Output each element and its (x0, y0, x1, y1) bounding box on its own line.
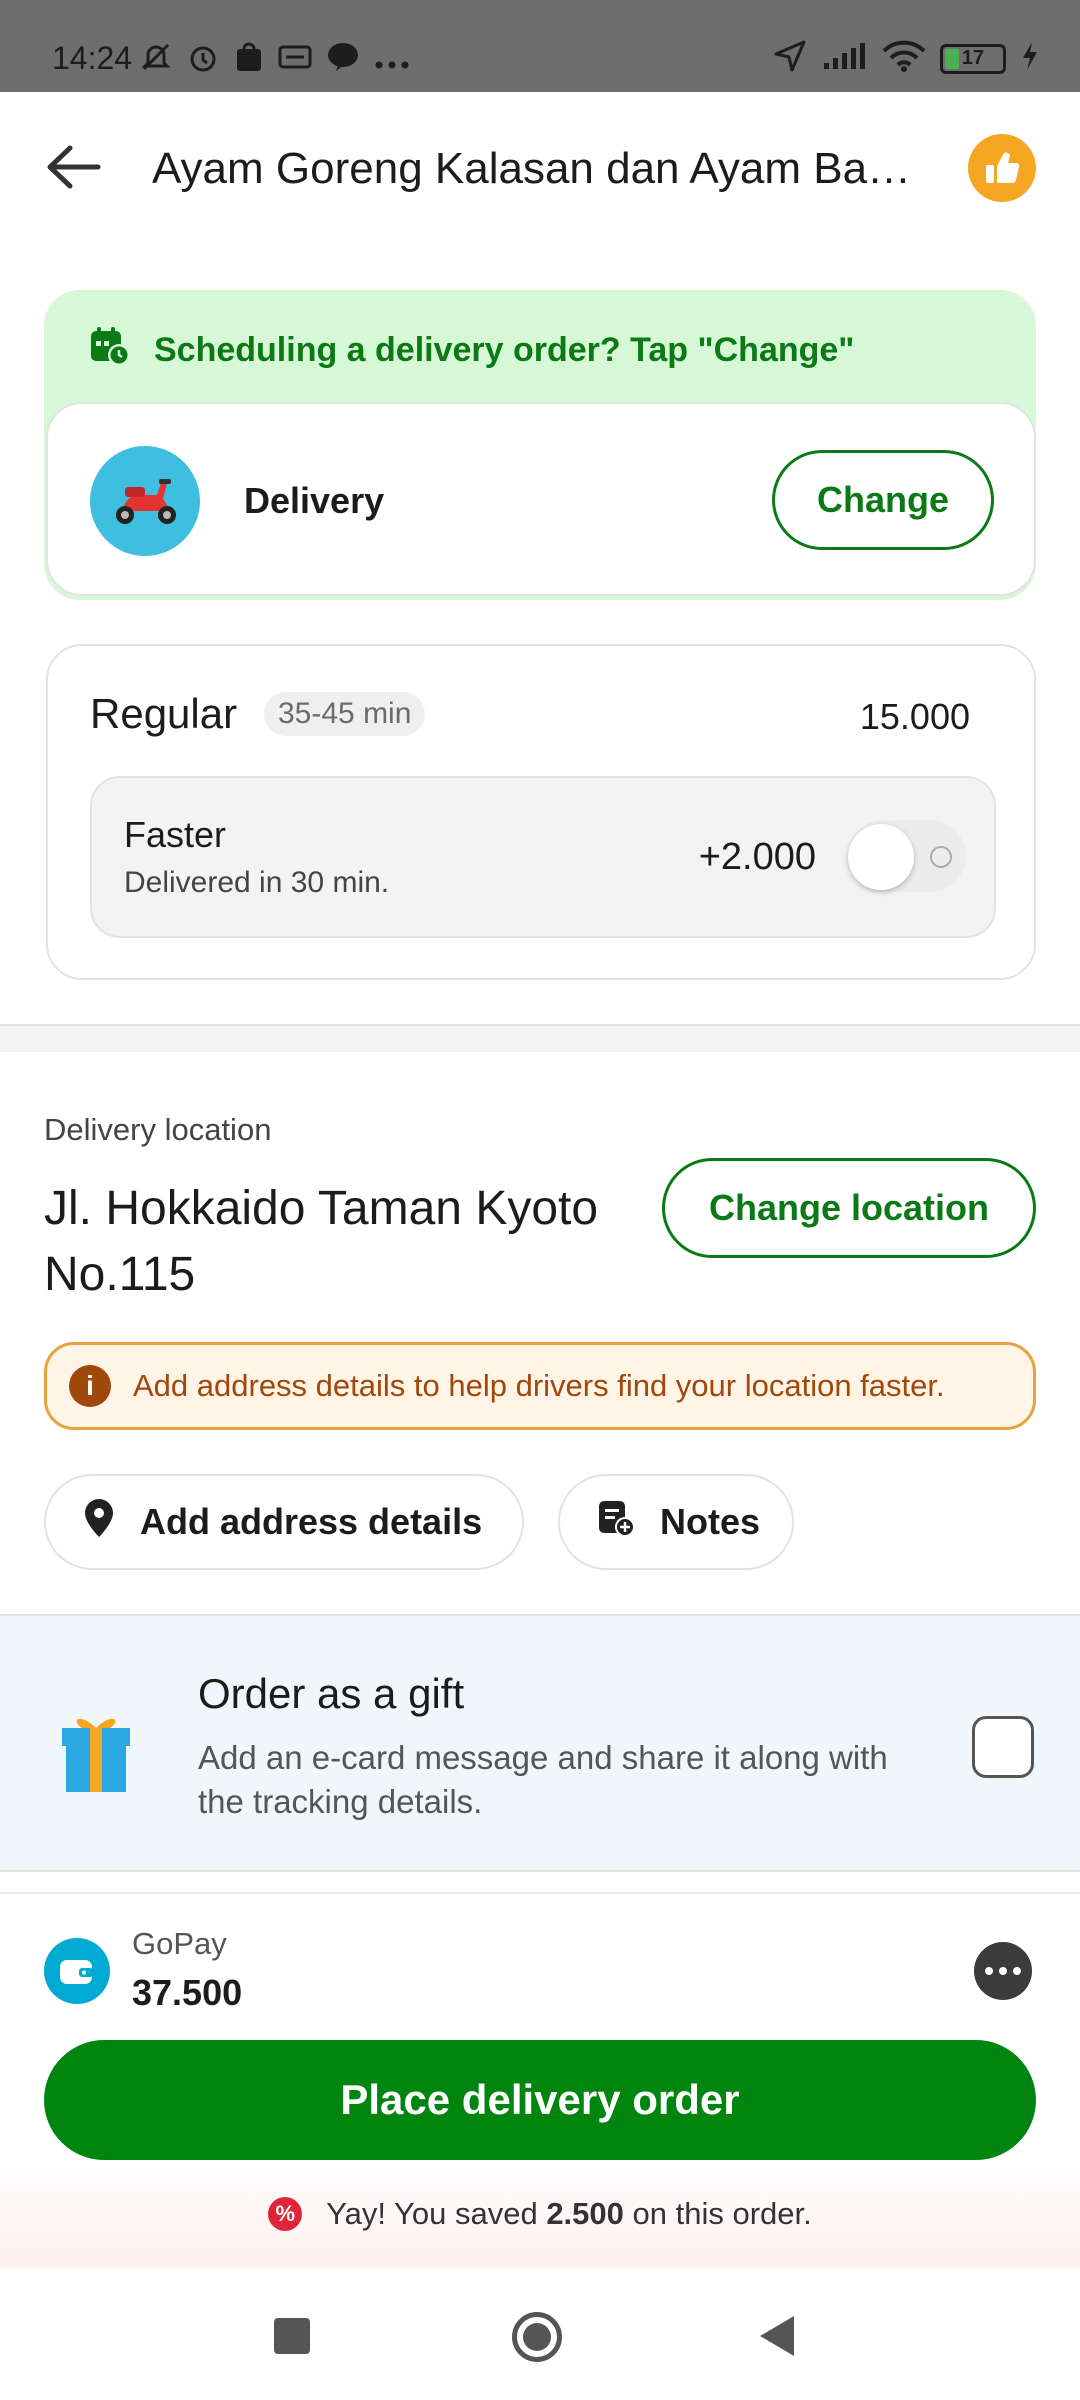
discount-icon: % (268, 2197, 303, 2231)
page-title: Ayam Goreng Kalasan dan Ayam Baka... (152, 144, 932, 193)
mute-icon (140, 41, 172, 81)
thumbs-up-icon (986, 152, 1020, 184)
gift-icon (60, 1710, 132, 1799)
change-mode-button[interactable]: Change (772, 450, 994, 550)
savings-message: % Yay! You saved 2.500 on this order. (0, 2196, 1080, 2232)
savings-amount: 2.500 (546, 2196, 624, 2231)
delivery-address: Jl. Hokkaido Taman Kyoto No.115 (44, 1182, 599, 1301)
faster-subtitle: Delivered in 30 min. (124, 866, 390, 899)
savings-text: Yay! You saved 2.500 on this order. (326, 2196, 811, 2232)
delivery-mode-label: Delivery (244, 480, 385, 521)
payment-method-label[interactable]: GoPay (132, 1926, 227, 1962)
add-address-details-button[interactable]: Add address details (44, 1474, 524, 1570)
faster-price: +2.000 (698, 836, 816, 878)
toggle-knob (848, 824, 914, 890)
status-icons-left (140, 40, 410, 82)
alarm-icon (186, 40, 220, 82)
back-button[interactable] (44, 142, 104, 192)
status-time: 14:24 (52, 40, 133, 76)
gift-title: Order as a gift (198, 1670, 465, 1717)
savings-prefix: Yay! You saved (326, 2196, 538, 2231)
gift-description: Add an e-card message and share it along… (198, 1739, 888, 1820)
wifi-icon (882, 40, 926, 77)
gift-checkbox[interactable] (972, 1716, 1034, 1778)
place-delivery-order-button[interactable]: Place delivery order (44, 2040, 1036, 2160)
schedule-banner-text: Scheduling a delivery order? Tap "Change… (154, 330, 855, 369)
recent-apps-button[interactable] (274, 2318, 310, 2354)
faster-toggle[interactable] (848, 820, 966, 892)
card-icon (278, 44, 312, 78)
address-warning-text: Add address details to help drivers find… (133, 1368, 945, 1403)
scooter-icon (90, 446, 200, 556)
savings-suffix: on this order. (632, 2196, 812, 2231)
section-divider (0, 1024, 1080, 1052)
status-icons-right: 17 (772, 38, 1040, 79)
notes-label: Notes (660, 1501, 761, 1542)
home-button[interactable] (512, 2312, 562, 2362)
faster-title: Faster (124, 814, 227, 855)
change-location-button[interactable]: Change location (662, 1158, 1036, 1258)
line-icon (326, 41, 360, 81)
gift-section[interactable]: Order as a gift Add an e-card message an… (0, 1614, 1080, 1872)
location-icon (772, 38, 808, 79)
signal-icon (822, 41, 868, 76)
status-bar: 14:24 17 (0, 0, 1080, 92)
notes-button[interactable]: Notes (558, 1474, 794, 1570)
add-address-details-label: Add address details (140, 1501, 483, 1542)
address-warning: i Add address details to help drivers fi… (44, 1342, 1036, 1430)
like-button[interactable] (968, 134, 1036, 202)
eta-badge: 35-45 min (264, 692, 426, 736)
regular-price: 15.000 (859, 696, 970, 737)
payment-amount: 37.500 (132, 1972, 243, 2013)
checkout-bottom-sheet: GoPay 37.500 Place delivery order % Yay!… (0, 1892, 1080, 2268)
info-icon: i (69, 1365, 111, 1407)
system-back-button[interactable] (760, 2316, 794, 2356)
delivery-speed-card: Regular 35-45 min 15.000 Faster Delivere… (46, 644, 1036, 980)
battery-icon: 17 (940, 43, 1006, 74)
shopping-icon (234, 41, 264, 81)
gopay-wallet-icon (44, 1938, 110, 2004)
faster-option[interactable]: Faster Delivered in 30 min. +2.000 (90, 776, 996, 938)
delivery-mode-card: Delivery Change (46, 402, 1036, 596)
more-icon (374, 44, 410, 78)
payment-options-button[interactable] (974, 1942, 1032, 2000)
arrow-left-icon (47, 145, 101, 189)
battery-level: 17 (961, 47, 985, 69)
toggle-off-indicator (930, 846, 952, 868)
charging-icon (1020, 40, 1040, 77)
map-pin-icon (82, 1497, 116, 1548)
notes-icon (596, 1498, 636, 1547)
system-nav-bar (0, 2268, 1080, 2400)
calendar-clock-icon (88, 324, 132, 377)
schedule-banner[interactable]: Scheduling a delivery order? Tap "Change… (44, 320, 854, 380)
delivery-location-label: Delivery location (44, 1112, 272, 1147)
header: Ayam Goreng Kalasan dan Ayam Baka... (0, 92, 1080, 244)
regular-title: Regular (90, 690, 238, 737)
